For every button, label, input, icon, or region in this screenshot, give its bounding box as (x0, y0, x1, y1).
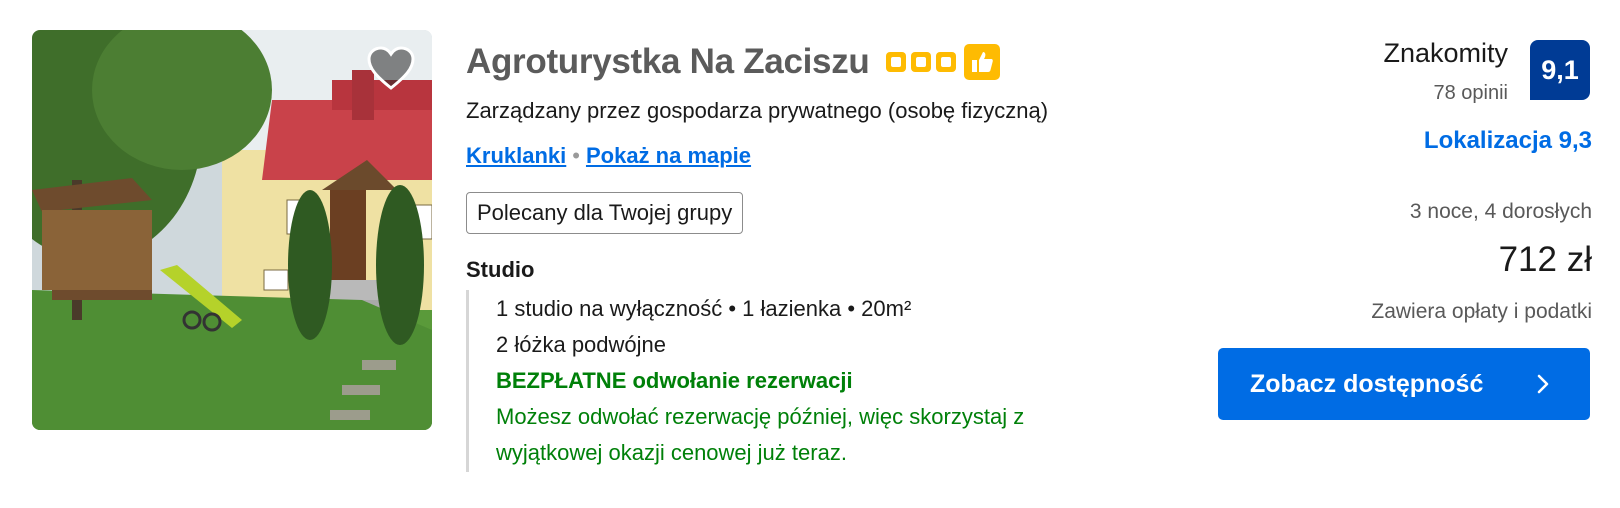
star-square-icon (935, 52, 956, 72)
free-cancellation: BEZPŁATNE odwołanie rezerwacji (496, 368, 853, 393)
cancellation-note: Możesz odwołać rezerwację później, więc … (496, 404, 1025, 429)
chevron-right-icon (1536, 372, 1550, 403)
taxes-note: Zawiera opłaty i podatki (1371, 300, 1592, 323)
bed-info: 2 łóżka podwójne (496, 332, 667, 357)
review-score-badge[interactable]: 9,1 (1530, 40, 1590, 100)
stay-summary: 3 noce, 4 dorosłych (1409, 200, 1592, 223)
room-details: 1 studio na wyłączność • 1 łazienka • 20… (466, 290, 1109, 472)
star-square-icon (910, 52, 931, 72)
review-label[interactable]: Znakomity (1383, 38, 1508, 69)
property-title-row: Agroturystka Na Zaciszu (466, 38, 1000, 86)
show-on-map-link[interactable]: Pokaż na mapie (586, 143, 751, 168)
separator-dot: • (572, 143, 580, 168)
star-rating (885, 52, 956, 72)
room-type: Studio (466, 257, 535, 282)
heart-icon[interactable] (366, 46, 416, 92)
location-link[interactable]: Kruklanki (466, 143, 566, 168)
recommended-badge: Polecany dla Twojej grupy (466, 192, 744, 234)
location-line: Kruklanki • Pokaż na mapie (466, 143, 751, 169)
cancellation-note: wyjątkowej okazji cenowej już teraz. (496, 440, 847, 465)
host-type-text: Zarządzany przez gospodarza prywatnego (… (466, 98, 1049, 123)
see-availability-label: Zobacz dostępność (1250, 369, 1484, 398)
review-count[interactable]: 78 opinii (1433, 82, 1508, 105)
room-specs: 1 studio na wyłączność • 1 łazienka • 20… (496, 296, 912, 321)
thumbs-up-icon[interactable] (963, 44, 1000, 80)
star-square-icon (885, 52, 906, 72)
property-title[interactable]: Agroturystka Na Zaciszu (466, 42, 870, 82)
see-availability-button[interactable]: Zobacz dostępność (1218, 348, 1590, 420)
location-score[interactable]: Lokalizacja 9,3 (1424, 127, 1592, 155)
price: 712 zł (1498, 240, 1592, 279)
